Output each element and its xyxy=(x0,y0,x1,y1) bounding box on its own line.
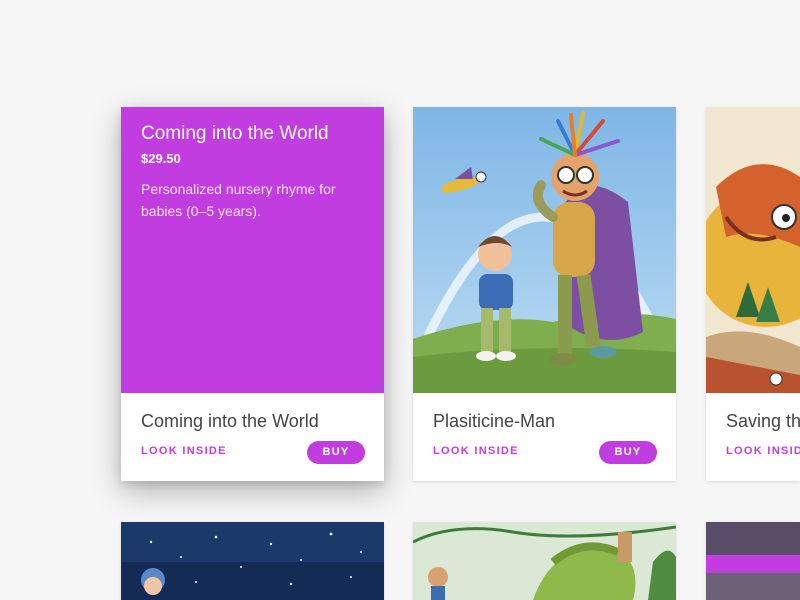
overlay-description: Personalized nursery rhyme for babies (0… xyxy=(141,181,336,219)
buy-button[interactable]: BUY xyxy=(307,441,365,464)
card-title: Saving th xyxy=(726,411,800,431)
book-card-saving-the[interactable]: Saving th LOOK INSID xyxy=(706,107,800,481)
look-inside-link[interactable]: LOOK INSIDE xyxy=(141,445,227,457)
overlay-title: Coming into the World xyxy=(141,123,329,144)
card-footer: Saving th LOOK INSID xyxy=(706,393,800,481)
book-card-plasiticine-man[interactable]: Plasiticine-Man LOOK INSIDE BUY xyxy=(413,107,676,481)
card-title: Plasiticine-Man xyxy=(433,411,556,431)
look-inside-link[interactable]: LOOK INSID xyxy=(726,445,800,457)
buy-button[interactable]: BUY xyxy=(599,441,657,464)
card-title: Coming into the World xyxy=(141,411,319,431)
card-footer: Plasiticine-Man LOOK INSIDE BUY xyxy=(413,393,676,481)
overlay-price: $29.50 xyxy=(141,151,181,166)
purple-banner-illustration[interactable] xyxy=(706,522,800,600)
book-cover-overlay[interactable]: Coming into the World $29.50 Personalize… xyxy=(121,107,384,393)
book-card-night-sky[interactable] xyxy=(121,522,384,600)
book-card-purple-banner[interactable] xyxy=(706,522,800,600)
jungle-vine-illustration[interactable] xyxy=(413,522,676,600)
plasticine-hero-illustration[interactable] xyxy=(413,107,676,393)
book-card-jungle[interactable] xyxy=(413,522,676,600)
book-card-coming-into-the-world[interactable]: Coming into the World $29.50 Personalize… xyxy=(121,107,384,481)
look-inside-link[interactable]: LOOK INSIDE xyxy=(433,445,519,457)
dragon-storybook-illustration[interactable] xyxy=(706,107,800,393)
card-footer: Coming into the World LOOK INSIDE BUY xyxy=(121,393,384,481)
night-sky-illustration[interactable] xyxy=(121,522,384,600)
